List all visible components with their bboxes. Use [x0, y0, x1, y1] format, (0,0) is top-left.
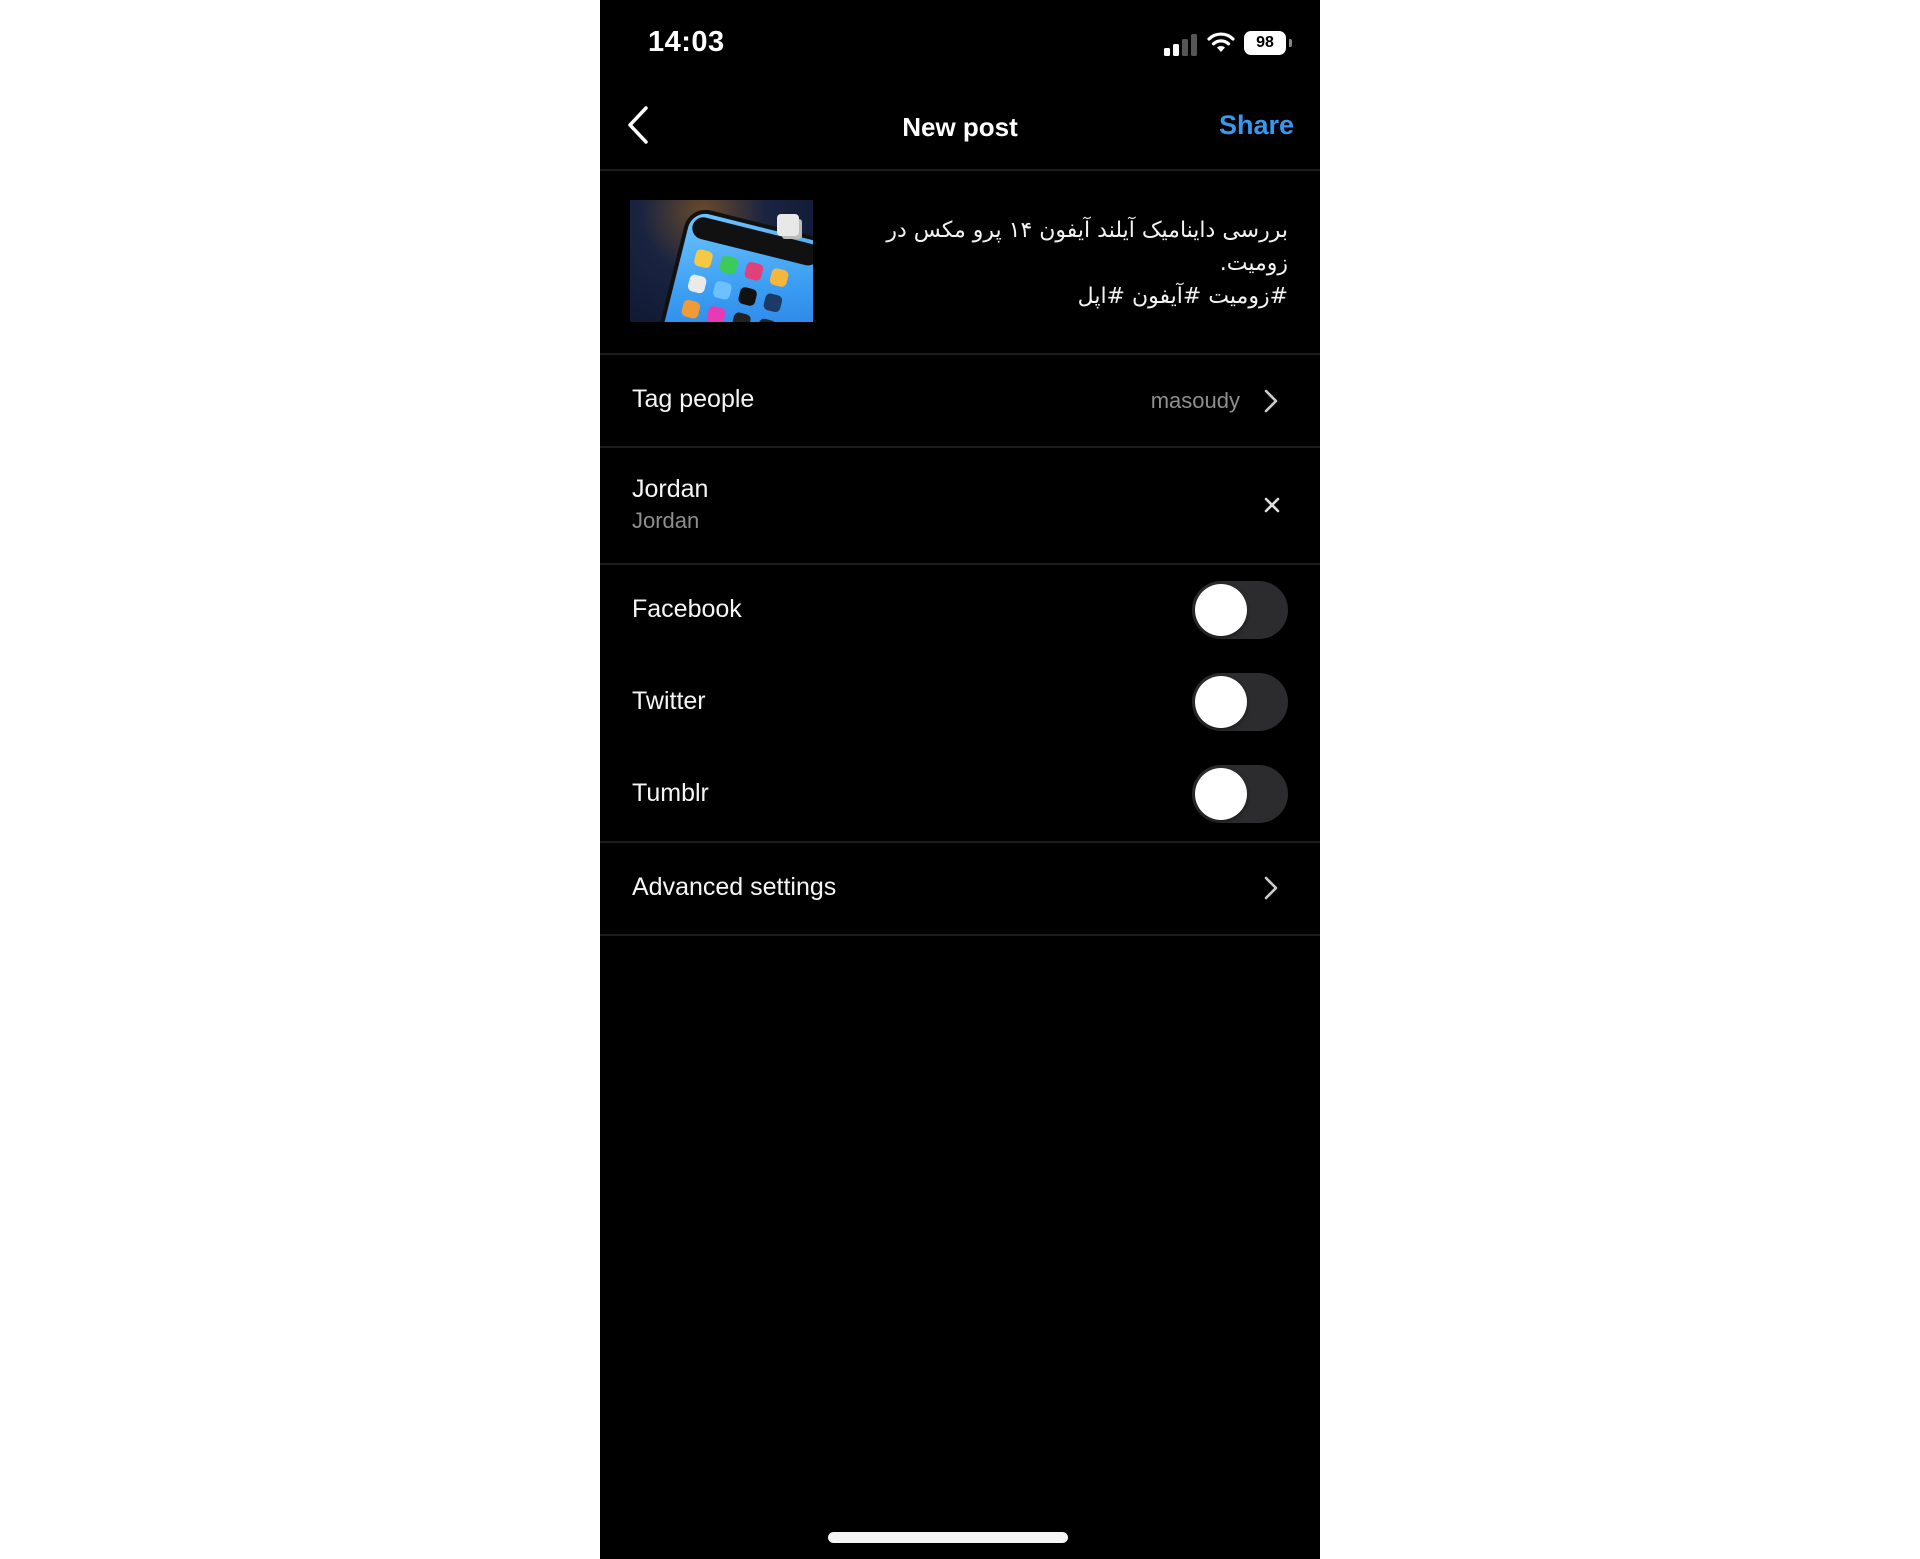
divider	[600, 563, 1320, 565]
location-row[interactable]	[600, 448, 1240, 563]
wifi-icon	[1206, 30, 1236, 54]
cellular-signal-icon	[1164, 34, 1200, 56]
tumblr-label: Tumblr	[632, 779, 709, 807]
divider	[600, 169, 1320, 171]
chevron-right-icon	[1264, 389, 1278, 413]
facebook-label: Facebook	[632, 595, 742, 623]
twitter-toggle[interactable]	[1192, 673, 1288, 731]
tag-people-value: masoudy	[1150, 388, 1240, 413]
status-time: 14:03	[648, 26, 725, 58]
close-icon	[1264, 497, 1280, 513]
carousel-icon	[777, 214, 799, 236]
toggle-knob	[1195, 584, 1247, 636]
remove-location-button[interactable]	[1263, 496, 1281, 514]
chevron-right-icon	[1264, 876, 1278, 900]
divider	[600, 934, 1320, 936]
home-indicator[interactable]	[828, 1532, 1068, 1543]
location-title: Jordan	[632, 475, 709, 503]
toggle-knob	[1195, 676, 1247, 728]
twitter-label: Twitter	[632, 687, 706, 715]
battery-percent: 98	[1244, 31, 1286, 55]
battery-icon: 98	[1244, 31, 1292, 55]
toggle-knob	[1195, 768, 1247, 820]
page-title: New post	[902, 112, 1018, 142]
post-thumbnail[interactable]	[630, 200, 813, 322]
phone-screen: 14:03 98 New post Share بررسی داینامیک آ…	[600, 0, 1320, 1559]
caption-line: #زومیت #آیفون #اپل	[1077, 284, 1288, 309]
post-caption[interactable]: بررسی داینامیک آیلند آیفون ۱۴ پرو مکس در…	[828, 214, 1288, 313]
tag-people-label: Tag people	[632, 385, 755, 413]
caption-line: بررسی داینامیک آیلند آیفون ۱۴ پرو مکس در	[886, 218, 1288, 243]
tumblr-toggle[interactable]	[1192, 765, 1288, 823]
advanced-settings-label: Advanced settings	[632, 873, 837, 901]
location-subtitle: Jordan	[632, 508, 700, 533]
caption-line: زومیت.	[1219, 251, 1288, 276]
facebook-toggle[interactable]	[1192, 581, 1288, 639]
share-button[interactable]: Share	[1219, 110, 1294, 141]
